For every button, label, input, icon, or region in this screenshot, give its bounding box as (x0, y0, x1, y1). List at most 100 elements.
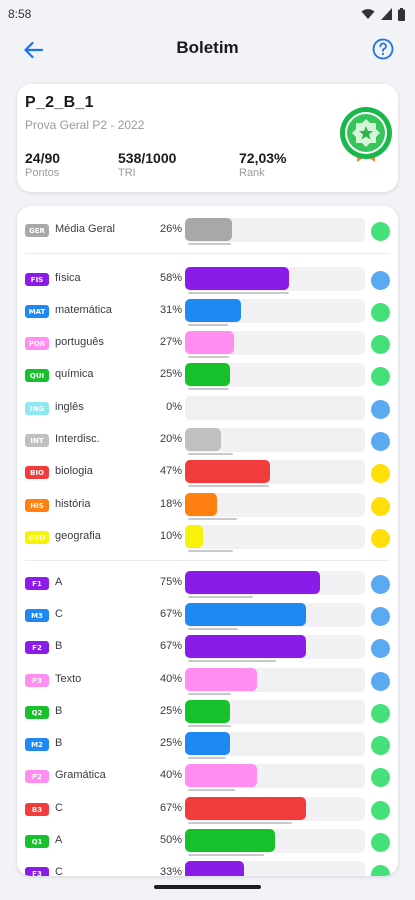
score-row[interactable]: M2 B 25% (17, 728, 398, 760)
score-row[interactable]: F3 C 33% (17, 857, 398, 876)
score-row[interactable]: ING inglês 0% (17, 392, 398, 424)
score-bar-fill (185, 829, 275, 852)
score-row[interactable]: GER Média Geral 26% (17, 214, 398, 246)
status-time: 8:58 (8, 7, 32, 21)
status-dot (371, 529, 390, 548)
score-bar-track (185, 493, 365, 517)
reference-bar (188, 822, 292, 824)
subject-name: A (55, 834, 63, 846)
score-row[interactable]: F1 A 75% (17, 567, 398, 599)
score-bar-track (185, 299, 365, 323)
score-row[interactable]: Q2 B 25% (17, 696, 398, 728)
score-row[interactable]: P2 Gramática 40% (17, 760, 398, 792)
score-percent: 40% (159, 769, 182, 781)
score-bar-fill (185, 732, 230, 755)
status-dot (371, 768, 390, 787)
subject-code-badge: BIO (25, 466, 49, 479)
stat-label: Rank (239, 167, 265, 179)
score-bar-track (185, 700, 365, 724)
score-row[interactable]: INT Interdisc. 20% (17, 424, 398, 456)
score-bar-fill (185, 428, 221, 451)
score-percent: 0% (166, 401, 182, 413)
subject-code-badge: F1 (25, 577, 49, 590)
subject-name: biologia (55, 465, 93, 477)
app-bar: Boletim (0, 28, 415, 72)
score-bar-track (185, 571, 365, 595)
score-percent: 18% (159, 498, 182, 510)
status-dot (371, 801, 390, 820)
subject-code-badge: MAT (25, 305, 49, 318)
reference-bar (188, 854, 264, 856)
score-row[interactable]: P3 Texto 40% (17, 664, 398, 696)
score-bar-fill (185, 571, 320, 594)
home-indicator[interactable] (154, 885, 261, 889)
status-bar: 8:58 (0, 0, 415, 28)
status-dot (371, 400, 390, 419)
reference-bar (188, 550, 233, 552)
score-row[interactable]: Q1 A 50% (17, 825, 398, 857)
status-dot (371, 575, 390, 594)
status-icons (361, 7, 405, 21)
status-dot (371, 464, 390, 483)
stat-tri: 538/1000 TRI (118, 150, 176, 179)
score-row[interactable]: M3 C 67% (17, 599, 398, 631)
help-button[interactable] (371, 37, 395, 61)
score-row[interactable]: B3 C 67% (17, 793, 398, 825)
score-percent: 33% (159, 866, 182, 876)
subject-name: português (55, 336, 104, 348)
score-row[interactable]: BIO biologia 47% (17, 456, 398, 488)
reference-bar (188, 757, 226, 759)
battery-icon (398, 7, 405, 21)
stat-value: 24/90 (25, 150, 61, 166)
score-percent: 40% (159, 673, 182, 685)
score-row[interactable]: GEO geografia 10% (17, 521, 398, 553)
score-percent: 31% (159, 304, 182, 316)
score-bar-fill (185, 861, 244, 876)
subject-name: Interdisc. (55, 433, 100, 445)
score-row[interactable]: HIS história 18% (17, 489, 398, 521)
subject-code-badge: P3 (25, 674, 49, 687)
score-bar-fill (185, 603, 306, 626)
score-bar-fill (185, 635, 306, 658)
subject-name: A (55, 576, 63, 588)
stat-label: TRI (118, 167, 136, 179)
reference-bar (188, 485, 269, 487)
score-row[interactable]: F2 B 67% (17, 631, 398, 663)
score-bar-fill (185, 668, 257, 691)
status-dot (371, 303, 390, 322)
subject-name: inglês (55, 401, 84, 413)
stat-points: 24/90 Pontos (25, 150, 60, 179)
stat-value: 72,03% (239, 150, 287, 166)
score-row[interactable]: POR português 27% (17, 327, 398, 359)
score-bar-track (185, 797, 365, 821)
help-icon (372, 38, 394, 60)
status-dot (371, 865, 390, 876)
reference-bar (188, 292, 289, 294)
subject-code-badge: M2 (25, 738, 49, 751)
reference-bar (188, 324, 228, 326)
score-row[interactable]: MAT matemática 31% (17, 295, 398, 327)
score-bar-fill (185, 797, 306, 820)
status-dot (371, 833, 390, 852)
score-bar-fill (185, 363, 230, 386)
exam-code: P_2_B_1 (25, 94, 94, 111)
score-bar-track (185, 764, 365, 788)
reference-bar (188, 789, 235, 791)
subject-name: química (55, 368, 94, 380)
score-percent: 20% (159, 433, 182, 445)
status-dot (371, 497, 390, 516)
score-percent: 67% (159, 802, 182, 814)
score-row[interactable]: QUI química 25% (17, 359, 398, 391)
score-bar-track (185, 635, 365, 659)
score-percent: 47% (159, 465, 182, 477)
section-divider (25, 560, 390, 561)
subject-code-badge: F3 (25, 867, 49, 876)
reference-bar (188, 518, 237, 520)
subject-code-badge: HIS (25, 499, 49, 512)
status-dot (371, 335, 390, 354)
score-bar-fill (185, 218, 232, 241)
page-title: Boletim (176, 38, 239, 57)
score-row[interactable]: FIS física 58% (17, 263, 398, 295)
score-percent: 58% (159, 272, 182, 284)
score-bar-track (185, 603, 365, 627)
